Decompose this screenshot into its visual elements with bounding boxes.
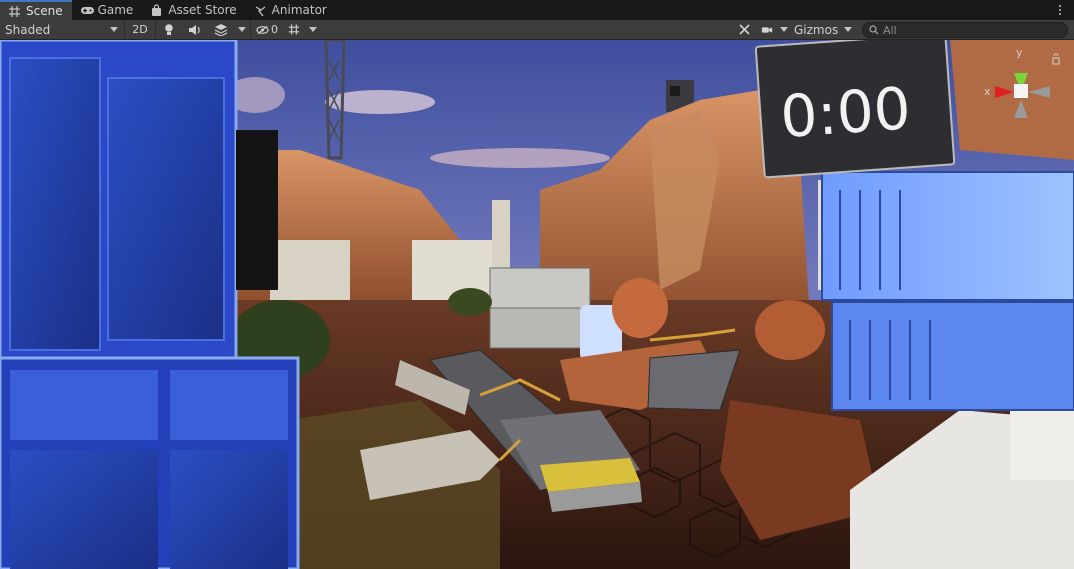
grid-snap-icon	[288, 24, 300, 35]
tab-game-label: Game	[97, 3, 134, 17]
lightbulb-icon	[165, 24, 173, 35]
grid-dropdown[interactable]	[305, 20, 321, 40]
gamepad-icon	[80, 4, 94, 17]
editor-tab-bar: Scene Game Asset Store Animator	[0, 0, 1074, 20]
axis-label-y: y	[1016, 46, 1023, 59]
axis-label-x: x	[984, 85, 991, 98]
dark-doorway	[236, 130, 278, 290]
cloud	[430, 148, 610, 168]
hierarchy-search[interactable]	[862, 22, 1068, 38]
rock	[755, 300, 825, 360]
tab-animator-label: Animator	[271, 3, 327, 17]
hash-grid-icon	[8, 5, 21, 18]
tab-scene[interactable]: Scene	[0, 0, 72, 20]
tools-button[interactable]	[732, 20, 756, 40]
camera-settings-button[interactable]	[756, 20, 778, 40]
more-options-icon[interactable]	[1054, 2, 1066, 18]
lighting-toggle-button[interactable]	[156, 20, 182, 40]
tab-asset-store-label: Asset Store	[168, 3, 237, 17]
camera-settings-dropdown[interactable]	[778, 20, 790, 40]
scene-viewport[interactable]: 0:00 y x	[0, 40, 1074, 569]
tab-animator[interactable]: Animator	[246, 0, 336, 20]
scene-render: 0:00 y x	[0, 40, 1074, 569]
tab-asset-store[interactable]: Asset Store	[142, 0, 245, 20]
blue-container-stack	[821, 171, 1074, 411]
concrete-wall	[270, 240, 350, 300]
hidden-objects-count: 0	[271, 23, 278, 36]
draw-mode-value: Shaded	[5, 22, 51, 37]
wrench-cross-icon	[738, 24, 750, 35]
chevron-down-icon	[238, 27, 246, 32]
effects-dropdown[interactable]	[234, 20, 250, 40]
layers-effects-icon	[214, 24, 228, 36]
audio-toggle-button[interactable]	[182, 20, 208, 40]
chevron-down-icon	[780, 27, 788, 32]
toggle-2d-button[interactable]: 2D	[125, 20, 155, 40]
timer-text: 0:00	[778, 74, 913, 151]
chevron-down-icon	[110, 27, 118, 32]
tab-game[interactable]: Game	[72, 0, 143, 20]
scene-toolbar: Shaded 2D 0 Gizmos	[0, 19, 1074, 40]
shopping-bag-icon	[150, 3, 163, 17]
chevron-down-icon	[844, 27, 852, 32]
effects-toggle-button[interactable]	[208, 20, 234, 40]
search-icon	[869, 25, 879, 35]
tab-scene-label: Scene	[26, 4, 63, 18]
draw-mode-dropdown[interactable]: Shaded	[0, 20, 124, 40]
gizmos-label: Gizmos	[794, 22, 839, 37]
speaker-icon	[189, 24, 200, 35]
gizmos-dropdown[interactable]: Gizmos	[790, 20, 856, 40]
toggle-2d-label: 2D	[132, 23, 148, 36]
eye-slash-icon	[256, 25, 269, 34]
hidden-objects-toggle[interactable]: 0	[251, 20, 283, 40]
rock	[612, 278, 668, 338]
chevron-down-icon	[309, 27, 317, 32]
center-cube[interactable]	[1014, 84, 1028, 98]
search-input[interactable]	[883, 23, 1053, 37]
timer-board: 0:00	[754, 40, 956, 179]
animator-icon	[254, 4, 267, 17]
camera-icon	[761, 26, 773, 33]
grid-toggle-button[interactable]	[283, 20, 305, 40]
